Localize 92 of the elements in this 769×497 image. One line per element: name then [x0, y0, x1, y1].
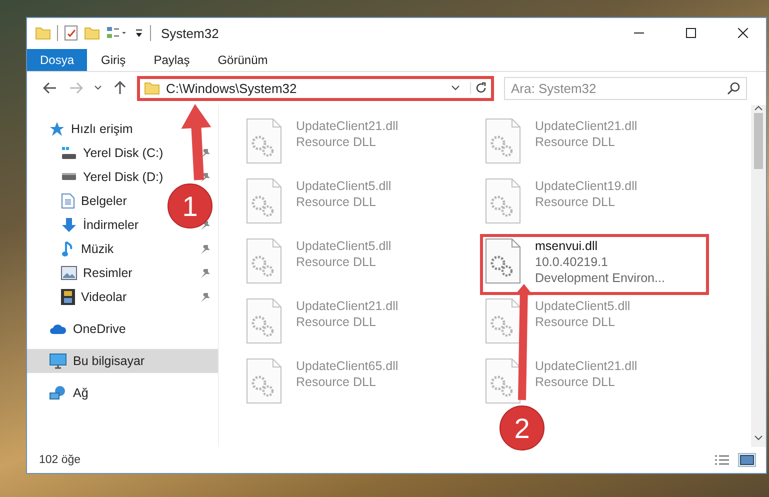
file-detail: Development Environ... [535, 270, 665, 285]
file-detail: Resource DLL [296, 194, 377, 209]
address-bar[interactable]: C:\Windows\System32 [137, 76, 494, 101]
nav-item[interactable]: İndirmeler [61, 216, 139, 233]
drive-icon [61, 173, 77, 180]
file-detail: Resource DLL [296, 254, 377, 269]
up-arrow-icon [114, 81, 126, 96]
file-detail: 10.0.40219.1 [535, 254, 609, 269]
caret-icon [94, 85, 102, 92]
file-detail: Resource DLL [535, 194, 616, 209]
pin-icon [200, 268, 210, 278]
dll-file-icon [246, 238, 282, 284]
pin-icon [200, 172, 210, 182]
star-icon [49, 120, 65, 137]
nav-item[interactable]: Yerel Disk (C:) [61, 146, 164, 160]
file-name: UpdateClient19.dll [535, 178, 638, 193]
cloud-icon [49, 322, 67, 335]
nav-item[interactable]: OneDrive [49, 322, 126, 336]
ribbon-tab[interactable]: Görünüm [204, 48, 282, 71]
ribbon-tab[interactable]: Paylaş [140, 48, 204, 71]
file-name: UpdateClient5.dll [296, 178, 392, 193]
file-name: msenvui.dll [535, 238, 599, 253]
dll-file-icon [246, 298, 282, 344]
file-detail: Resource DLL [296, 314, 377, 329]
file-detail: Resource DLL [535, 374, 616, 389]
window-title: System32 [161, 26, 219, 41]
dll-file-icon [246, 358, 282, 404]
file-name: UpdateClient5.dll [296, 238, 392, 253]
refresh-icon [475, 82, 487, 94]
customize-caret-icon [134, 28, 144, 38]
details-view-icon [714, 454, 730, 466]
vertical-scrollbar[interactable] [751, 104, 766, 448]
scroll-down-icon [754, 435, 763, 442]
details-view-button[interactable] [714, 454, 730, 466]
monitor-icon [49, 352, 67, 369]
ribbon-tab[interactable]: Giriş [87, 48, 140, 71]
item-count: 102 öğe [39, 454, 81, 466]
file-detail: Resource DLL [535, 134, 616, 149]
dll-file-icon [485, 358, 521, 404]
file-name: UpdateClient21.dll [535, 358, 638, 373]
caret-icon [451, 85, 460, 92]
file-detail: Resource DLL [296, 134, 377, 149]
forward-arrow-icon [69, 82, 83, 94]
document-icon [61, 192, 75, 209]
address-path: C:\Windows\System32 [166, 80, 298, 96]
file-name: UpdateClient21.dll [296, 298, 398, 313]
pin-icon [200, 292, 210, 302]
large-icons-view-button[interactable] [738, 453, 756, 468]
file-detail: Resource DLL [296, 374, 377, 389]
scrollbar-thumb[interactable] [754, 112, 763, 169]
picture-icon [61, 266, 77, 280]
dll-file-icon [485, 298, 521, 344]
file-name: UpdateClient5.dll [535, 298, 630, 313]
properties-icon [64, 25, 78, 42]
pin-icon [200, 148, 210, 158]
file-name: UpdateClient21.dll [535, 118, 638, 133]
search-field[interactable]: Ara: System32 [504, 76, 747, 100]
dll-file-icon [485, 238, 521, 284]
search-icon [727, 82, 740, 95]
nav-item[interactable]: Resimler [61, 266, 132, 280]
file-name: UpdateClient21.dll [296, 118, 398, 133]
download-arrow-icon [61, 216, 77, 233]
dll-file-icon [485, 178, 521, 224]
ribbon-tab[interactable]: Dosya [27, 48, 88, 71]
nav-item[interactable]: Yerel Disk (D:) [61, 170, 164, 184]
dll-file-icon [485, 118, 521, 164]
network-icon [49, 384, 67, 401]
scroll-up-icon [754, 104, 763, 111]
film-icon [61, 288, 75, 305]
nav-item[interactable]: Ağ [49, 384, 88, 401]
music-note-icon [61, 240, 75, 257]
step-number-badge: 2 [500, 406, 544, 450]
nav-item[interactable]: Müzik [61, 240, 114, 257]
close-icon [738, 28, 748, 38]
step-number-badge: 1 [168, 184, 212, 228]
maximize-icon [686, 28, 696, 38]
file-item[interactable]: msenvui.dll 10.0.40219.1 Development Environ... [480, 234, 709, 295]
file-detail: Resource DLL [535, 314, 616, 329]
file-name: UpdateClient65.dll [296, 358, 398, 373]
pin-icon [200, 244, 210, 254]
nav-item[interactable]: Hızlı erişim [49, 120, 133, 137]
folder-icon [35, 26, 51, 40]
new-folder-icon [84, 26, 100, 40]
drive-icon [61, 146, 77, 160]
view-icon [106, 26, 128, 40]
large-icons-view-icon [740, 455, 754, 466]
back-arrow-icon [43, 82, 57, 94]
dll-file-icon [246, 118, 282, 164]
folder-icon [144, 81, 160, 96]
nav-item[interactable]: Belgeler [61, 192, 127, 209]
dll-file-icon [246, 178, 282, 224]
nav-item[interactable]: Videolar [61, 288, 127, 305]
